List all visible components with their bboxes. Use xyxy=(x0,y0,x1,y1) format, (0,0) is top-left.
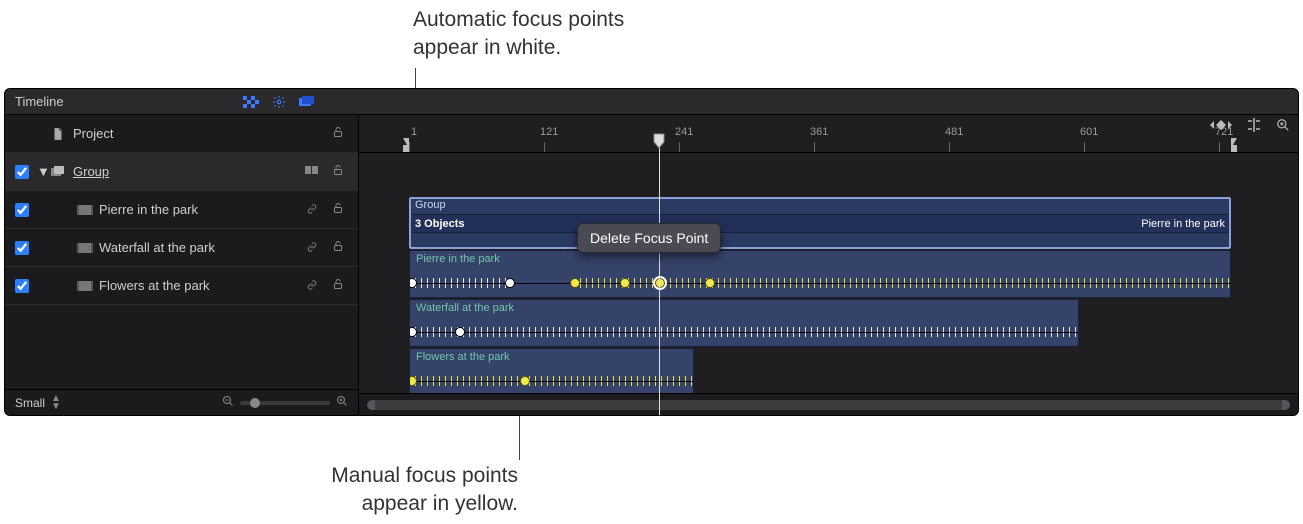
context-menu-item-delete-focus-point[interactable]: Delete Focus Point xyxy=(590,230,708,246)
layer-row-group[interactable]: ▼ Group xyxy=(5,153,358,191)
ruler-tick-label: 361 xyxy=(810,126,828,138)
layer-row-clip[interactable]: Pierre in the park xyxy=(5,191,358,229)
timeline-lanes: Group 3 Objects Pierre in the park Pierr… xyxy=(359,153,1298,393)
focus-point-manual[interactable] xyxy=(520,376,530,386)
layer-row-project[interactable]: Project xyxy=(5,115,358,153)
focus-point-manual[interactable] xyxy=(620,278,630,288)
timeline-horizontal-scrollbar[interactable] xyxy=(359,393,1298,415)
lock-icon[interactable] xyxy=(330,278,346,293)
zoom-slider-thumb[interactable] xyxy=(250,398,260,408)
row-size-label: Small xyxy=(15,396,45,410)
clip-title: Waterfall at the park xyxy=(410,300,1078,316)
lock-icon[interactable] xyxy=(330,164,346,179)
scrollbar-thumb[interactable] xyxy=(367,400,1290,410)
layer-visibility-checkbox[interactable] xyxy=(15,203,29,217)
clip-lane[interactable]: Waterfall at the park xyxy=(359,299,1298,347)
panels-icon[interactable] xyxy=(296,93,318,111)
ruler-tick-label: 121 xyxy=(540,126,558,138)
sidebar-footer: Small ▲▼ xyxy=(5,389,358,415)
ruler-tick-label: 1 xyxy=(411,126,417,138)
timeline-toolbar: Timeline xyxy=(5,89,1298,115)
playhead[interactable] xyxy=(659,135,660,416)
context-menu: Delete Focus Point xyxy=(577,223,721,253)
lock-icon[interactable] xyxy=(330,240,346,255)
ruler-tick-label: 481 xyxy=(945,126,963,138)
layer-sidebar: Project ▼ Group xyxy=(5,115,359,415)
clip-lane[interactable]: Flowers at the park xyxy=(359,348,1298,393)
clip-title: Flowers at the park xyxy=(410,349,693,365)
zoom-out-icon[interactable] xyxy=(222,395,234,410)
layer-label: Waterfall at the park xyxy=(99,240,304,255)
playhead-handle-icon[interactable] xyxy=(653,133,664,147)
timeline-ruler[interactable]: 1 121 241 361 481 601 721 xyxy=(359,115,1298,153)
timeline-title: Timeline xyxy=(15,94,64,109)
disclosure-triangle-icon[interactable]: ▼ xyxy=(37,164,47,179)
focus-point-manual[interactable] xyxy=(705,278,715,288)
focus-point-auto[interactable] xyxy=(455,327,465,337)
layer-label: Project xyxy=(73,126,330,141)
group-object-count: 3 Objects xyxy=(409,218,471,230)
layer-label: Pierre in the park xyxy=(99,202,304,217)
focus-point-manual[interactable] xyxy=(570,278,580,288)
keyframe-nav-icon[interactable] xyxy=(1210,118,1232,132)
link-icon[interactable] xyxy=(304,202,320,217)
isolate-icon[interactable] xyxy=(304,164,320,179)
snapping-icon[interactable] xyxy=(1246,118,1262,132)
clip-icon xyxy=(77,281,93,291)
clip-icon xyxy=(77,205,93,215)
row-size-select[interactable]: Small ▲▼ xyxy=(15,395,61,411)
focus-point-manual-selected[interactable] xyxy=(655,278,665,288)
ruler-tick-label: 241 xyxy=(675,126,693,138)
render-icon[interactable] xyxy=(240,93,262,111)
clip-lane[interactable]: Pierre in the park xyxy=(359,250,1298,298)
group-icon xyxy=(51,166,67,178)
lock-icon[interactable] xyxy=(330,126,346,141)
link-icon[interactable] xyxy=(304,240,320,255)
annotation-auto-focus: Automatic focus points appear in white. xyxy=(413,6,624,63)
project-icon xyxy=(51,127,67,141)
stepper-icon: ▲▼ xyxy=(51,395,61,411)
layer-row-clip[interactable]: Flowers at the park xyxy=(5,267,358,305)
focus-point-auto[interactable] xyxy=(505,278,515,288)
link-icon[interactable] xyxy=(304,278,320,293)
group-mini-label: Pierre in the park xyxy=(1141,218,1225,230)
zoom-in-icon[interactable] xyxy=(336,395,348,410)
clip-icon xyxy=(77,243,93,253)
lock-icon[interactable] xyxy=(330,202,346,217)
timeline-area: 1 121 241 361 481 601 721 xyxy=(359,115,1298,415)
zoom-tool-icon[interactable] xyxy=(1276,118,1290,132)
layer-row-clip[interactable]: Waterfall at the park xyxy=(5,229,358,267)
layer-label: Flowers at the park xyxy=(99,278,304,293)
group-clip-header: Group xyxy=(409,197,1231,215)
settings-icon[interactable] xyxy=(268,93,290,111)
timeline-window: Timeline xyxy=(4,88,1299,416)
clip-title: Pierre in the park xyxy=(410,251,1230,267)
layer-visibility-checkbox[interactable] xyxy=(15,279,29,293)
layer-label: Group xyxy=(73,164,304,179)
group-lane[interactable]: Group 3 Objects Pierre in the park xyxy=(359,197,1298,249)
ruler-tick-label: 601 xyxy=(1080,126,1098,138)
layer-visibility-checkbox[interactable] xyxy=(15,165,29,179)
layer-visibility-checkbox[interactable] xyxy=(15,241,29,255)
zoom-slider[interactable] xyxy=(240,401,330,405)
annotation-manual-focus: Manual focus points appear in yellow. xyxy=(238,462,518,519)
